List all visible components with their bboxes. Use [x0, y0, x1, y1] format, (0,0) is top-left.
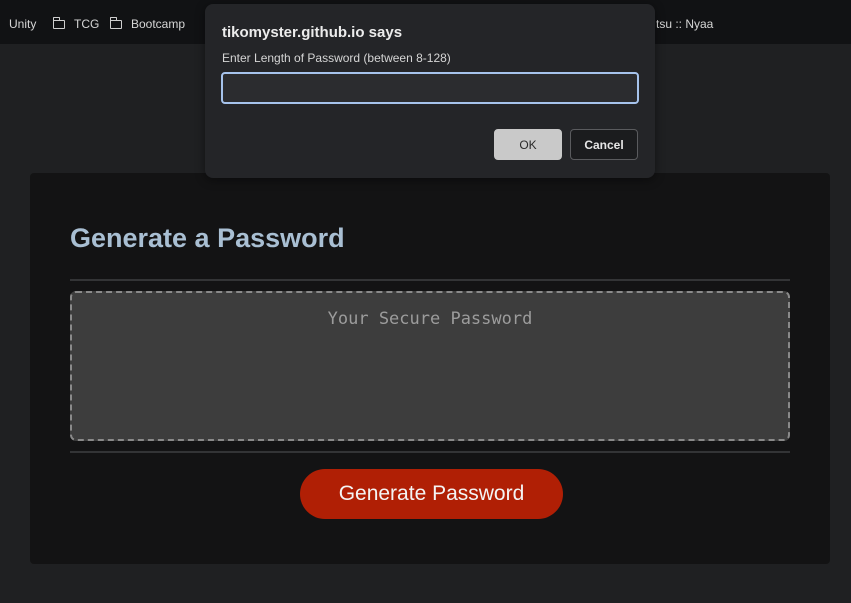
cancel-button[interactable]: Cancel [570, 129, 638, 160]
password-generator-card: Generate a Password Generate Password [30, 173, 830, 564]
password-length-input[interactable] [221, 72, 639, 104]
bookmark-label: TCG [74, 17, 100, 31]
bookmark-unity[interactable]: Unity [9, 17, 36, 31]
bookmark-label: tsu :: Nyaa [656, 17, 714, 31]
divider-top [70, 279, 790, 281]
dialog-message: Enter Length of Password (between 8-128) [222, 51, 451, 65]
page-title: Generate a Password [70, 223, 345, 253]
bookmark-label: Bootcamp [131, 17, 186, 31]
generate-password-button[interactable]: Generate Password [300, 469, 563, 519]
bookmark-label: Unity [9, 17, 37, 31]
folder-icon [109, 17, 122, 29]
bookmark-folder-tcg[interactable]: TCG [52, 17, 100, 31]
password-output[interactable] [70, 291, 790, 441]
dialog-title: tikomyster.github.io says [222, 24, 403, 41]
folder-icon [52, 17, 65, 29]
bookmark-folder-bootcamp[interactable]: Bootcamp [109, 17, 186, 31]
ok-button[interactable]: OK [494, 129, 562, 160]
bookmark-nyaa[interactable]: tsu :: Nyaa [656, 17, 713, 31]
divider-bottom [70, 451, 790, 453]
prompt-dialog: tikomyster.github.io says Enter Length o… [205, 4, 655, 178]
